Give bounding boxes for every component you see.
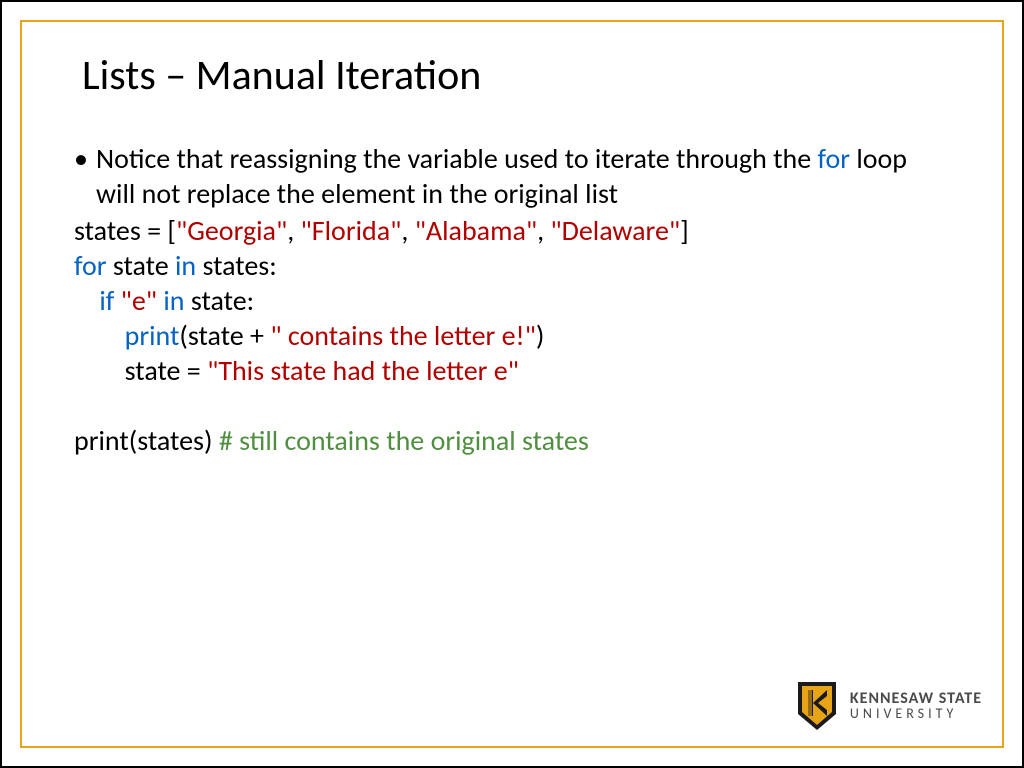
str: "This state had the letter e"	[207, 353, 519, 388]
pad	[74, 353, 125, 388]
slide-outer-frame: Lists – Manual Iteration • Notice that r…	[0, 0, 1024, 768]
pad	[74, 283, 99, 318]
kw-in: in	[163, 283, 184, 318]
ksu-shield-icon	[794, 680, 840, 732]
logo-line2: UNIVERSITY	[850, 707, 982, 721]
bullet-dot-icon: •	[74, 141, 96, 211]
t: states:	[196, 248, 277, 283]
bullet-1: • Notice that reassigning the variable u…	[74, 141, 950, 211]
t: ,	[401, 213, 414, 248]
bullet-1-text: Notice that reassigning the variable use…	[96, 141, 950, 211]
str: "e"	[121, 283, 157, 318]
code-line-1: states = ["Georgia", "Florida", "Alabama…	[74, 213, 950, 248]
university-logo: KENNESAW STATE UNIVERSITY	[794, 680, 982, 732]
t: )	[536, 318, 545, 353]
t: ,	[287, 213, 300, 248]
kw-if: if	[99, 283, 120, 318]
code-line-6: print(states) # still contains the origi…	[74, 423, 950, 458]
code-line-2: for state in states:	[74, 248, 950, 283]
t: ]	[680, 213, 689, 248]
t: ,	[537, 213, 550, 248]
slide-body: • Notice that reassigning the variable u…	[74, 141, 950, 458]
kw-print: print	[125, 318, 180, 353]
t: print(states)	[74, 423, 219, 458]
str: "Florida"	[301, 213, 402, 248]
str: "Delaware"	[550, 213, 680, 248]
t: state =	[125, 353, 207, 388]
str: "Georgia"	[176, 213, 287, 248]
bullet-keyword-for: for	[818, 141, 850, 176]
t: state:	[185, 283, 255, 318]
slide-inner-frame: Lists – Manual Iteration • Notice that r…	[20, 20, 1004, 748]
comment: # still contains the original states	[219, 423, 589, 458]
t: state	[106, 248, 175, 283]
slide-title: Lists – Manual Iteration	[82, 50, 1002, 101]
pad	[74, 318, 125, 353]
code-line-4: print(state + " contains the letter e!")	[74, 318, 950, 353]
kw-for: for	[74, 248, 106, 283]
str: "Alabama"	[415, 213, 537, 248]
code-line-5: state = "This state had the letter e"	[74, 353, 950, 388]
t: (state +	[179, 318, 270, 353]
str: " contains the letter e!"	[270, 318, 536, 353]
code-block: states = ["Georgia", "Florida", "Alabama…	[74, 213, 950, 458]
code-blank-line	[74, 388, 950, 423]
t: states = [	[74, 213, 176, 248]
kw-in: in	[175, 248, 196, 283]
logo-text: KENNESAW STATE UNIVERSITY	[850, 691, 982, 721]
code-line-3: if "e" in state:	[74, 283, 950, 318]
bullet-pre: Notice that reassigning the variable use…	[96, 141, 818, 176]
